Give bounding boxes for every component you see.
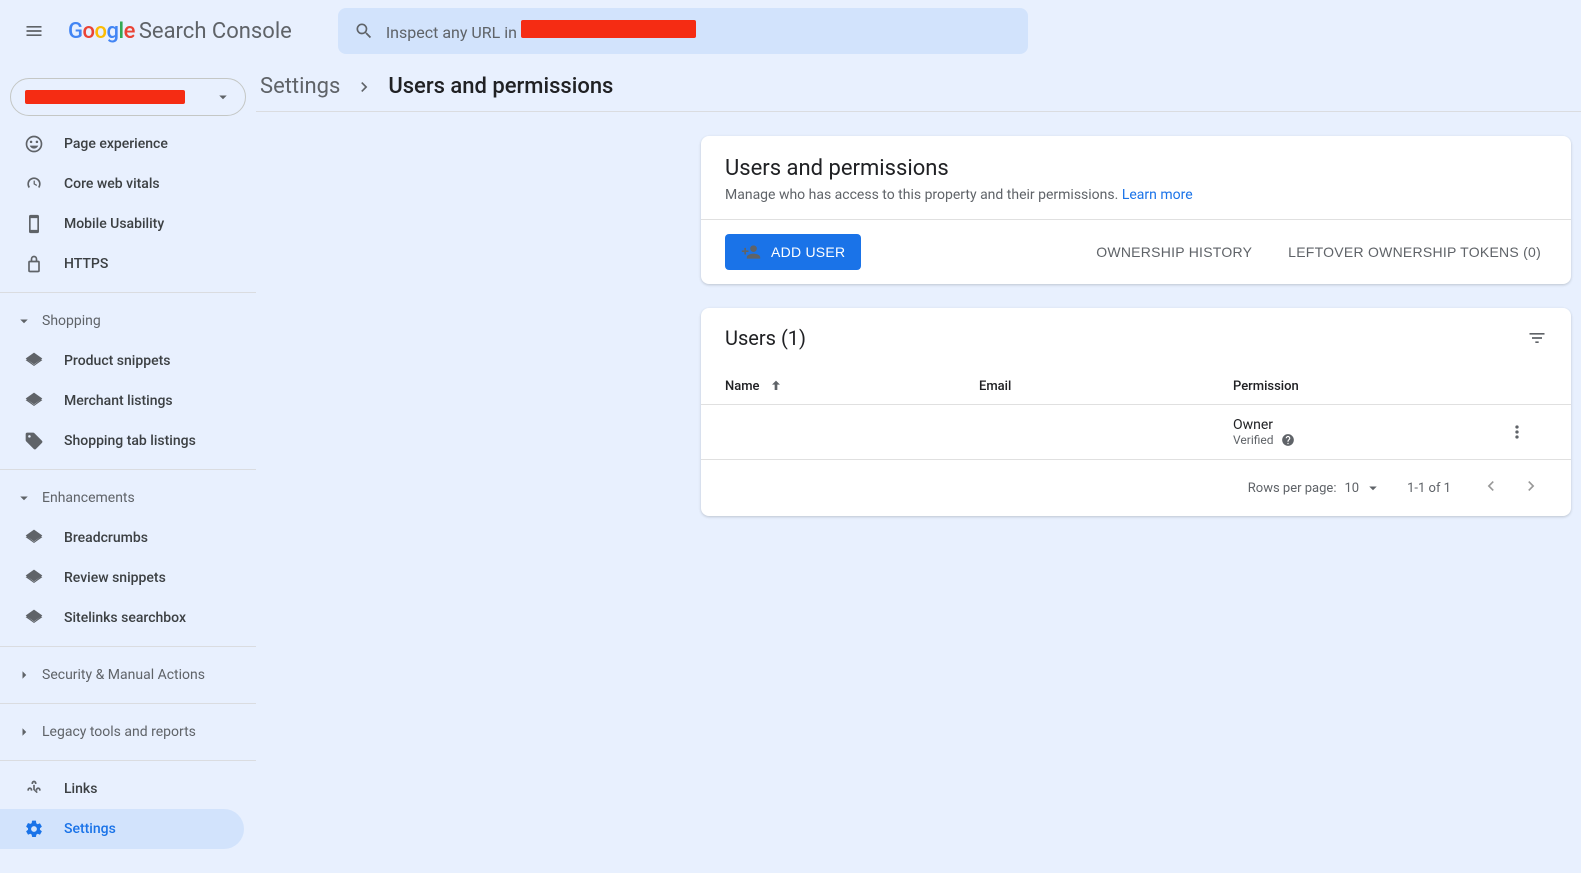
- col-email-header[interactable]: Email: [979, 378, 1233, 394]
- chevron-right-icon: [14, 723, 34, 741]
- breadcrumb-current: Users and permissions: [388, 74, 613, 99]
- product-name: Search Console: [139, 19, 292, 44]
- layers-icon: [24, 391, 44, 411]
- learn-more-link[interactable]: Learn more: [1122, 187, 1193, 203]
- col-name-header[interactable]: Name: [725, 378, 979, 394]
- speed-icon: [24, 174, 44, 194]
- card-title: Users and permissions: [725, 156, 1547, 181]
- sidebar-item-sitelinks-searchbox[interactable]: Sitelinks searchbox: [0, 598, 244, 638]
- filter-button[interactable]: [1527, 326, 1547, 350]
- sidebar-item-shopping-tab-listings[interactable]: Shopping tab listings: [0, 421, 244, 461]
- chevron-down-icon: [14, 312, 34, 330]
- redacted-property-name: [521, 20, 696, 38]
- leftover-tokens-button[interactable]: LEFTOVER OWNERSHIP TOKENS (0): [1282, 243, 1547, 261]
- pager-range: 1-1 of 1: [1407, 481, 1451, 496]
- sidebar-item-settings[interactable]: Settings: [0, 809, 244, 849]
- sidebar-section-legacy[interactable]: Legacy tools and reports: [0, 712, 256, 752]
- ownership-history-button[interactable]: OWNERSHIP HISTORY: [1090, 243, 1258, 261]
- card-subtitle: Manage who has access to this property a…: [725, 187, 1547, 203]
- google-logo-text: Google: [68, 19, 135, 44]
- page-experience-icon: [24, 134, 44, 154]
- sidebar-section-enhancements[interactable]: Enhancements: [0, 478, 256, 518]
- layers-icon: [24, 568, 44, 588]
- users-permissions-card: Users and permissions Manage who has acc…: [701, 136, 1571, 284]
- mobile-icon: [24, 214, 44, 234]
- table-pager: Rows per page: 10 1-1 of 1: [701, 460, 1571, 516]
- tag-icon: [24, 431, 44, 451]
- rows-per-page-label: Rows per page:: [1248, 481, 1337, 496]
- layers-icon: [24, 351, 44, 371]
- layers-icon: [24, 608, 44, 628]
- filter-icon: [1527, 326, 1547, 350]
- pager-next-button[interactable]: [1515, 470, 1547, 506]
- col-permission-header[interactable]: Permission: [1233, 378, 1487, 394]
- help-icon[interactable]: [1278, 433, 1298, 447]
- chevron-down-icon: [213, 88, 233, 106]
- sidebar-item-core-web-vitals[interactable]: Core web vitals: [0, 164, 244, 204]
- users-table-card: Users (1) Name Email Permission: [701, 308, 1571, 516]
- more-vert-icon: [1507, 422, 1527, 442]
- sort-asc-icon: [766, 378, 786, 394]
- breadcrumb-parent[interactable]: Settings: [260, 74, 340, 99]
- permission-sub: Verified: [1233, 433, 1487, 447]
- sidebar-item-product-snippets[interactable]: Product snippets: [0, 341, 244, 381]
- chevron-right-icon: [14, 666, 34, 684]
- sidebar: Page experience Core web vitals Mobile U…: [0, 62, 256, 873]
- product-logo[interactable]: Google Search Console: [68, 19, 292, 44]
- chevron-right-icon: [354, 77, 374, 97]
- property-selector[interactable]: [10, 78, 246, 116]
- main-menu-button[interactable]: [16, 11, 52, 51]
- person-add-icon: [741, 242, 761, 262]
- search-placeholder: Inspect any URL in: [386, 20, 696, 42]
- pager-prev-button[interactable]: [1475, 470, 1507, 506]
- sidebar-item-mobile-usability[interactable]: Mobile Usability: [0, 204, 244, 244]
- layers-icon: [24, 528, 44, 548]
- sidebar-item-https[interactable]: HTTPS: [0, 244, 244, 284]
- chevron-down-icon: [14, 489, 34, 507]
- sidebar-section-shopping[interactable]: Shopping: [0, 301, 256, 341]
- search-icon: [354, 20, 374, 42]
- settings-icon: [24, 819, 44, 839]
- sidebar-item-breadcrumbs[interactable]: Breadcrumbs: [0, 518, 244, 558]
- main-content: Settings Users and permissions Users and…: [256, 62, 1581, 873]
- add-user-button[interactable]: ADD USER: [725, 234, 861, 270]
- sidebar-section-security[interactable]: Security & Manual Actions: [0, 655, 256, 695]
- sidebar-item-merchant-listings[interactable]: Merchant listings: [0, 381, 244, 421]
- row-more-button[interactable]: [1487, 422, 1547, 442]
- permission-value: Owner: [1233, 417, 1487, 433]
- url-inspect-search[interactable]: Inspect any URL in: [338, 8, 1028, 54]
- menu-icon: [24, 19, 44, 43]
- sidebar-item-review-snippets[interactable]: Review snippets: [0, 558, 244, 598]
- rows-per-page-select[interactable]: 10: [1344, 479, 1383, 497]
- redacted-property-name: [25, 90, 185, 104]
- lock-icon: [24, 254, 44, 274]
- table-row[interactable]: Owner Verified: [701, 405, 1571, 460]
- table-header: Name Email Permission: [701, 368, 1571, 405]
- sidebar-item-page-experience[interactable]: Page experience: [0, 124, 244, 164]
- sidebar-item-links[interactable]: Links: [0, 769, 244, 809]
- table-title: Users (1): [725, 326, 806, 350]
- links-icon: [24, 779, 44, 799]
- breadcrumb: Settings Users and permissions: [256, 62, 1581, 112]
- chevron-down-icon: [1363, 479, 1383, 497]
